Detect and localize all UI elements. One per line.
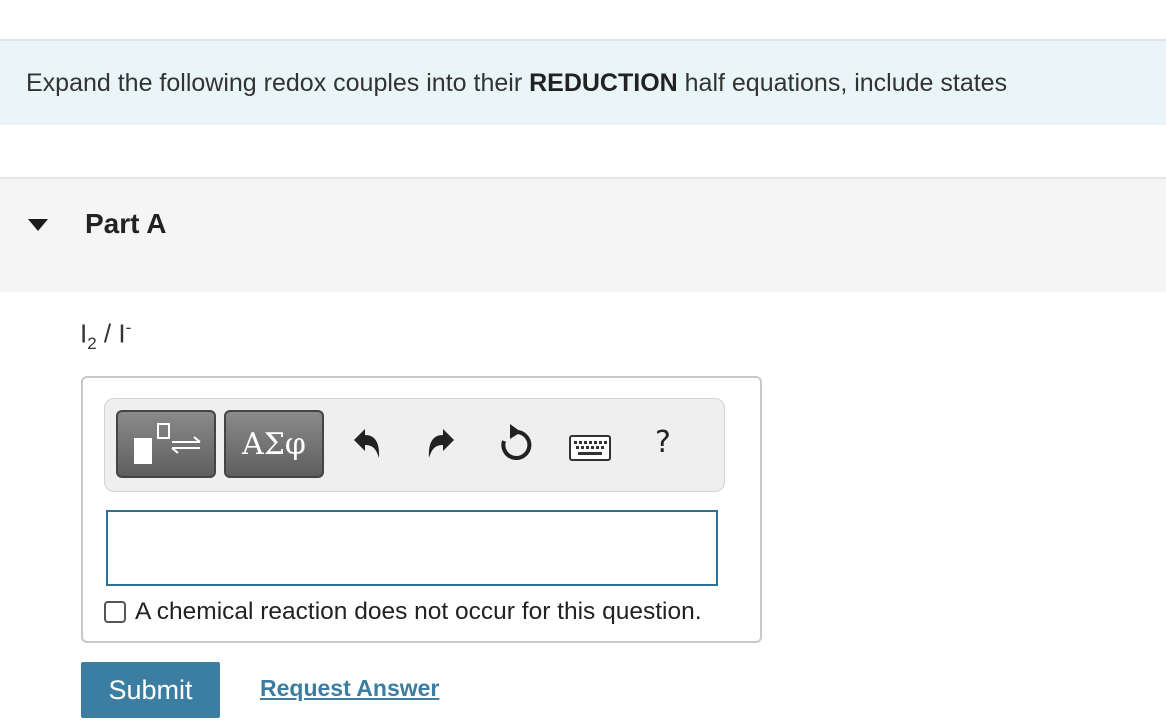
part-header[interactable] [0, 179, 1166, 292]
couple-left-subscript: 2 [87, 333, 97, 353]
undo-icon[interactable] [350, 425, 384, 468]
help-button[interactable]: ? [655, 425, 671, 460]
no-reaction-checkbox[interactable] [104, 601, 126, 623]
couple-right-superscript: - [125, 318, 132, 337]
couple-separator: / [96, 318, 119, 349]
instructions-banner: Expand the following redox couples into … [0, 41, 1166, 125]
reset-icon[interactable] [497, 424, 535, 471]
keyboard-icon[interactable] [569, 435, 611, 466]
redo-icon[interactable] [424, 425, 458, 468]
instructions-suffix: half equations, include states [677, 68, 1008, 97]
instructions-prefix: Expand the following redox couples into … [26, 68, 530, 97]
help-label: ? [655, 425, 671, 460]
collapse-caret-icon[interactable] [28, 219, 48, 231]
answer-input[interactable] [106, 510, 718, 586]
submit-button[interactable]: Submit [81, 662, 220, 718]
part-title: Part A [85, 208, 167, 239]
no-reaction-label[interactable]: A chemical reaction does not occur for t… [135, 598, 702, 626]
symbols-label: ΑΣφ [242, 426, 306, 462]
templates-reaction-icon [134, 423, 201, 464]
templates-button[interactable] [116, 410, 216, 478]
no-reaction-option[interactable]: A chemical reaction does not occur for t… [104, 596, 702, 628]
couple-right: I [118, 318, 126, 349]
request-answer-link[interactable]: Request Answer [260, 675, 439, 702]
redox-couple: I2 / I- [80, 318, 131, 354]
symbols-button[interactable]: ΑΣφ [224, 410, 324, 478]
instructions-emphasis: REDUCTION [529, 68, 678, 97]
